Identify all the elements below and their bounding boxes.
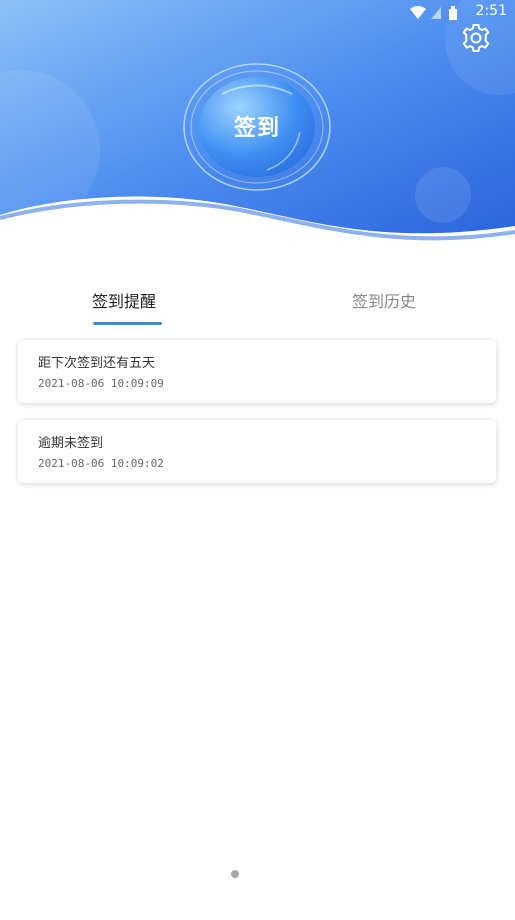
header-banner: 2:51 签到 bbox=[0, 0, 515, 250]
checkin-button[interactable]: 签到 bbox=[182, 62, 332, 192]
settings-button[interactable] bbox=[460, 22, 492, 54]
list-item-timestamp: 2021-08-06 10:09:09 bbox=[38, 377, 164, 390]
list-item[interactable]: 逾期未签到 2021-08-06 10:09:02 bbox=[18, 420, 496, 483]
gear-icon bbox=[462, 24, 490, 52]
status-bar: 2:51 bbox=[0, 0, 515, 26]
list-item-title: 距下次签到还有五天 bbox=[38, 356, 156, 371]
status-icons bbox=[409, 5, 459, 25]
list-item-timestamp: 2021-08-06 10:09:02 bbox=[38, 457, 164, 470]
wifi-icon bbox=[410, 6, 426, 19]
checkin-button-label: 签到 bbox=[233, 116, 280, 141]
active-tab-indicator bbox=[93, 322, 162, 325]
battery-icon bbox=[449, 6, 457, 20]
tab-checkin-reminder[interactable]: 签到提醒 bbox=[92, 288, 156, 312]
tab-checkin-history[interactable]: 签到历史 bbox=[352, 288, 416, 312]
page-indicator-dot bbox=[231, 870, 239, 878]
status-time: 2:51 bbox=[475, 3, 507, 19]
list-item-title: 逾期未签到 bbox=[38, 436, 104, 451]
record-list: 距下次签到还有五天 2021-08-06 10:09:09 逾期未签到 2021… bbox=[18, 340, 496, 500]
signal-icon bbox=[431, 7, 441, 19]
list-item[interactable]: 距下次签到还有五天 2021-08-06 10:09:09 bbox=[18, 340, 496, 403]
tab-bar: 签到提醒 签到历史 bbox=[0, 280, 515, 330]
